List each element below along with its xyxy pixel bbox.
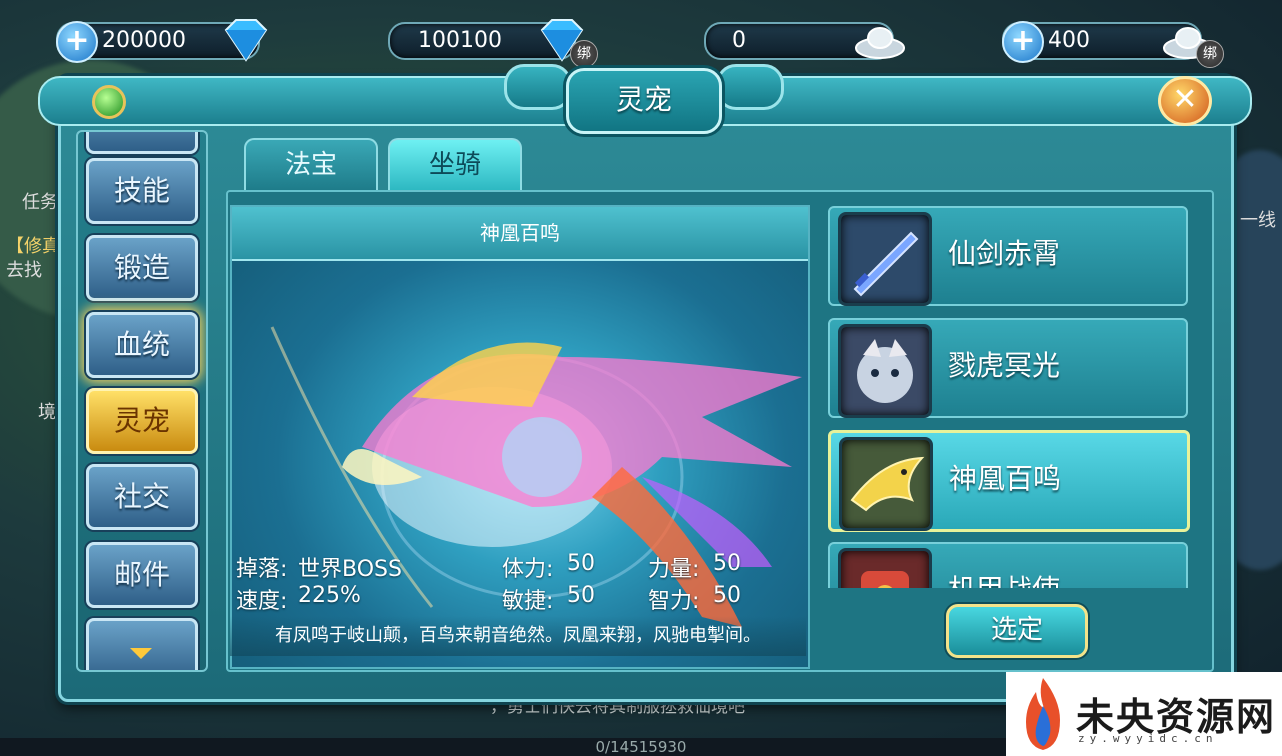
stat-drop-label: 掉落: (236, 557, 288, 582)
background-goto-label: 去找 (6, 260, 42, 281)
nav-item-pets[interactable]: 灵宠 (86, 388, 198, 454)
stat-intellect-value: 50 (713, 583, 741, 608)
background-realm-label: 境 (38, 402, 56, 423)
stat-stamina-label: 体力: (502, 557, 554, 582)
currency-value: 200000 (102, 28, 186, 53)
title-ornament-left (504, 64, 572, 110)
stat-intellect-label: 智力: (648, 589, 700, 614)
mount-list-item[interactable]: 机甲战使 (828, 542, 1188, 588)
tab-treasure[interactable]: 法宝 (244, 138, 378, 192)
stat-speed-value: 225% (298, 583, 361, 608)
nav-item-forge[interactable]: 锻造 (86, 235, 198, 301)
tab-mount[interactable]: 坐骑 (388, 138, 522, 192)
silver-ingot-icon (855, 27, 905, 59)
phoenix-icon (839, 437, 933, 531)
background-quest-label: 【修真 (6, 236, 60, 257)
diamond-icon (224, 19, 268, 62)
stat-drop-value: 世界BOSS (298, 557, 402, 582)
title-ornament-right (716, 64, 784, 110)
bound-tag: 绑 (1196, 40, 1224, 68)
side-nav[interactable]: 技能 锻造 血统 灵宠 社交 邮件 (76, 130, 208, 672)
nav-item-bloodline[interactable]: 血统 (86, 312, 198, 378)
site-watermark: 未央资源网 zy.wyyidc.cn (1006, 672, 1282, 756)
add-currency-icon[interactable]: + (56, 21, 98, 63)
window-title: 灵宠 (566, 68, 722, 134)
currency-value: 400 (1048, 28, 1090, 53)
nav-item-mail[interactable]: 邮件 (86, 542, 198, 608)
mount-name: 戮虎冥光 (948, 349, 1061, 382)
stat-strength-label: 力量: (648, 557, 700, 582)
green-gem-icon (92, 85, 126, 119)
select-button[interactable]: 选定 (946, 604, 1088, 658)
add-currency-icon[interactable]: + (1002, 21, 1044, 63)
currency-value: 0 (732, 28, 746, 53)
mount-name: 仙剑赤霄 (948, 237, 1061, 270)
sword-icon (838, 212, 932, 306)
background-line-label: 一线 (1240, 210, 1276, 231)
mount-name: 机甲战使 (948, 544, 1060, 588)
bound-tag: 绑 (570, 40, 598, 68)
watermark-url: zy.wyyidc.cn (1078, 732, 1218, 745)
tiger-icon (838, 324, 932, 418)
mount-list-item[interactable]: 仙剑赤霄 (828, 206, 1188, 306)
mount-list-item[interactable]: 戮虎冥光 (828, 318, 1188, 418)
flame-logo-icon (1026, 678, 1060, 750)
mount-name: 神凰百鸣 (949, 462, 1062, 495)
stat-stamina-value: 50 (567, 551, 595, 576)
stat-speed-label: 速度: (236, 589, 288, 614)
currency-silver: 0 (704, 22, 905, 60)
nav-item-partial[interactable] (86, 618, 198, 670)
currency-bound-diamond: 100100 绑 (388, 19, 598, 68)
nav-item-social[interactable]: 社交 (86, 464, 198, 530)
mount-list[interactable]: 仙剑赤霄 戮虎冥光 神凰百鸣 机甲战使 (820, 204, 1194, 588)
mech-icon (838, 548, 932, 588)
stat-agility-value: 50 (567, 583, 595, 608)
close-button[interactable]: ✕ (1158, 76, 1212, 126)
currency-diamond: + 200000 (56, 19, 268, 63)
scroll-down-arrow-icon[interactable] (130, 648, 152, 659)
background-task-label: 任务 (22, 192, 58, 213)
nav-item-skills[interactable]: 技能 (86, 158, 198, 224)
currency-bound-silver: + 400 绑 (1002, 21, 1224, 68)
stat-agility-label: 敏捷: (502, 589, 554, 614)
nav-item-partial[interactable] (86, 132, 198, 154)
mount-list-item-selected[interactable]: 神凰百鸣 (828, 430, 1190, 532)
stat-strength-value: 50 (713, 551, 741, 576)
currency-value: 100100 (418, 28, 502, 53)
close-icon: ✕ (1172, 82, 1198, 117)
mount-description: 有凤鸣于岐山颠，百鸟来朝音绝然。凤凰来翔，风驰电掣间。 (230, 616, 806, 656)
